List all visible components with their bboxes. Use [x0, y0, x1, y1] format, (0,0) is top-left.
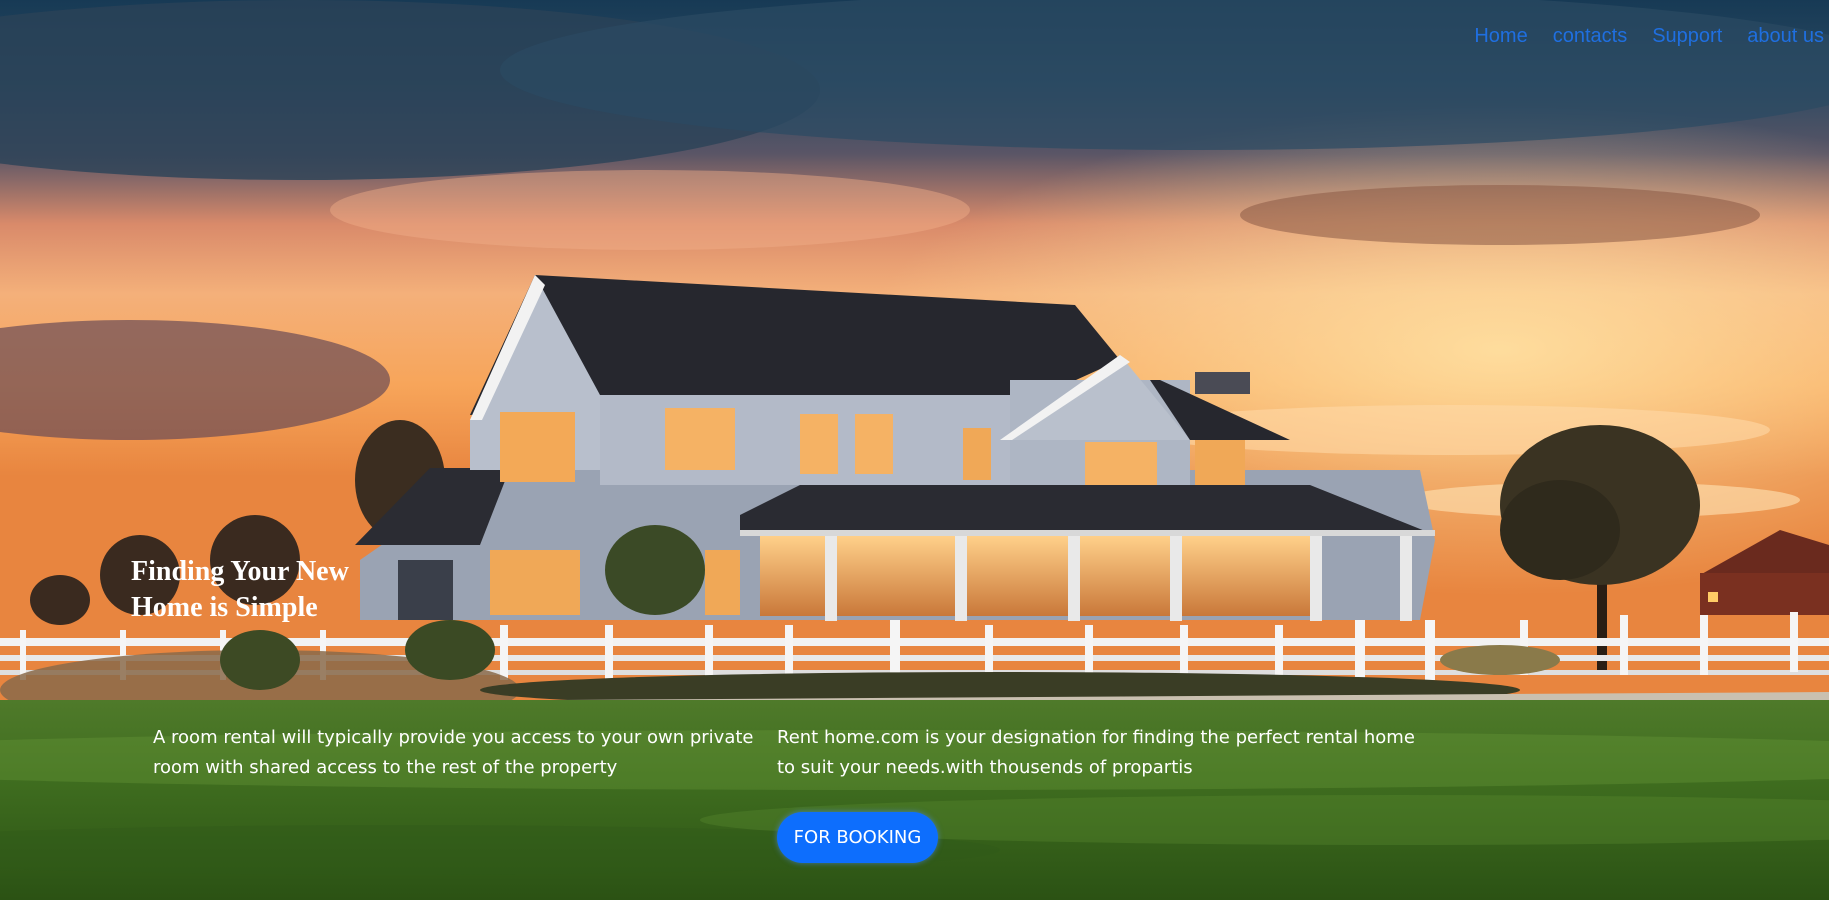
nav-link-contacts[interactable]: contacts	[1553, 22, 1627, 50]
nav-link-support[interactable]: Support	[1652, 22, 1722, 50]
top-navigation: Home contacts Support about us	[1449, 22, 1824, 50]
hero-description-left: A room rental will typically provide you…	[153, 727, 754, 778]
hero-headline: Finding Your New Home is Simple	[131, 556, 349, 623]
nav-link-about-us[interactable]: about us	[1747, 22, 1824, 50]
booking-button[interactable]: FOR BOOKING	[777, 812, 938, 863]
nav-link-home[interactable]: Home	[1474, 22, 1527, 50]
hero-description-right: Rent home.com is your designation for fi…	[777, 727, 1415, 778]
hero-section: Home contacts Support about us Finding Y…	[0, 0, 1829, 900]
